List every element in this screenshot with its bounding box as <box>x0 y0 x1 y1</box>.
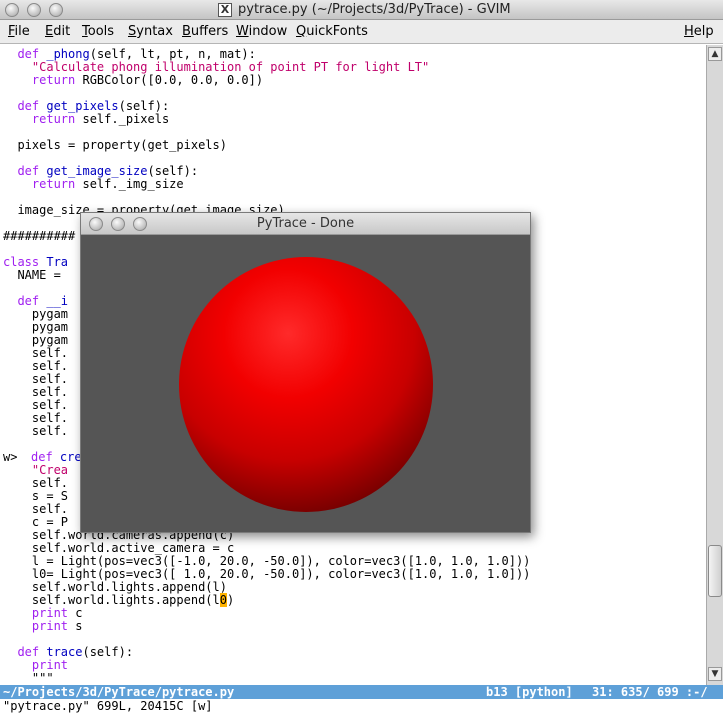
code-token: __i <box>46 294 69 308</box>
code-token: (self): <box>147 164 199 178</box>
code-token: def <box>3 294 47 308</box>
code-token: get_image_size <box>46 164 148 178</box>
code-token: return <box>3 112 83 126</box>
code-token: ########## <box>3 229 76 243</box>
zoom-window-icon[interactable] <box>49 3 63 17</box>
menu-tools[interactable]: Tools <box>82 20 114 44</box>
code-token: class <box>3 255 47 269</box>
close-window-icon[interactable] <box>5 3 19 17</box>
code-token: def <box>31 450 60 464</box>
code-token: self.world.active_camera = c <box>3 541 235 555</box>
x11-app-icon: X <box>218 3 232 17</box>
code-token: print <box>3 606 76 620</box>
pytrace-titlebar[interactable]: PyTrace - Done <box>81 213 530 235</box>
menubar: File Edit Tools Syntax Buffers Window Qu… <box>0 20 723 44</box>
code-token: get_pixels <box>46 99 119 113</box>
code-line[interactable]: return RGBColor([0.0, 0.0, 0.0]) <box>3 74 263 87</box>
code-token: c = P <box>3 515 69 529</box>
code-token: pixels = property(get_pixels) <box>3 138 227 152</box>
code-token: return <box>3 177 83 191</box>
code-token: pygam <box>3 333 69 347</box>
code-token: (self, lt, pt, n, mat): <box>89 47 256 61</box>
code-token: self. <box>3 424 69 438</box>
status-position: 31: 635/ 699 :-/ <box>592 685 708 699</box>
code-token: def <box>3 164 47 178</box>
code-token: NAME = <box>3 268 69 282</box>
code-token: self. <box>3 398 69 412</box>
code-token: l0= Light(pos=vec3([ 1.0, 20.0, -50.0]),… <box>3 567 531 581</box>
code-line[interactable]: return self._img_size <box>3 178 184 191</box>
code-token: self.world.lights.append(l <box>3 593 220 607</box>
code-token: s <box>75 619 83 633</box>
code-line[interactable]: print s <box>3 619 83 633</box>
code-token: "Calculate phong illumination of point P… <box>3 60 430 74</box>
code-token: pygam <box>3 307 69 321</box>
red-sphere-render <box>179 257 433 512</box>
code-token: def <box>3 645 47 659</box>
pytrace-title: PyTrace - Done <box>256 216 355 231</box>
code-line[interactable]: NAME = <box>3 269 68 282</box>
code-token: self. <box>3 372 69 386</box>
code-token: self. <box>3 411 69 425</box>
status-buffer: b13 [python] <box>486 685 573 699</box>
code-line[interactable]: pixels = property(get_pixels) <box>3 139 227 152</box>
menu-edit[interactable]: Edit <box>45 20 70 44</box>
code-token: l = Light(pos=vec3([-1.0, 20.0, -50.0]),… <box>3 554 531 568</box>
code-token: ) <box>226 593 235 607</box>
code-token: Tra <box>46 255 69 269</box>
menu-buffers[interactable]: Buffers <box>182 20 228 44</box>
code-token: def <box>3 99 47 113</box>
code-token: (self): <box>82 645 134 659</box>
code-token: self. <box>3 476 69 490</box>
code-token: _phong <box>46 47 90 61</box>
code-token: print <box>3 619 76 633</box>
code-token: def <box>3 47 47 61</box>
minimize-window-icon[interactable] <box>27 3 41 17</box>
menu-quickfonts[interactable]: QuickFonts <box>296 20 368 44</box>
menu-window[interactable]: Window <box>236 20 287 44</box>
code-line[interactable]: return self._pixels <box>3 113 169 126</box>
code-token: RGBColor([0.0, 0.0, 0.0]) <box>82 73 264 87</box>
menu-help[interactable]: Help <box>684 20 714 44</box>
code-token: "Crea <box>3 463 69 477</box>
code-token: s = S <box>3 489 69 503</box>
code-token: """ <box>3 671 54 685</box>
code-token: self. <box>3 385 69 399</box>
code-token: pygam <box>3 320 69 334</box>
code-token: self._pixels <box>82 112 170 126</box>
menu-syntax[interactable]: Syntax <box>128 20 173 44</box>
status-file-path: ~/Projects/3d/PyTrace/pytrace.py <box>3 685 235 699</box>
code-token: c <box>75 606 83 620</box>
scrollbar-thumb[interactable] <box>708 545 722 597</box>
render-canvas <box>81 235 530 532</box>
code-line[interactable]: ########## <box>3 230 75 243</box>
command-line[interactable]: "pytrace.py" 699L, 20415C [w] <box>3 699 213 713</box>
scroll-down-icon[interactable]: ▼ <box>708 667 722 681</box>
code-line[interactable]: self. <box>3 425 68 438</box>
menu-file[interactable]: File <box>8 20 30 44</box>
code-line[interactable]: """ <box>3 672 54 685</box>
status-line: ~/Projects/3d/PyTrace/pytrace.py b13 [py… <box>0 685 723 699</box>
code-token: (self): <box>118 99 170 113</box>
code-token: trace <box>46 645 83 659</box>
cursor-highlight: 0 <box>219 593 227 607</box>
code-token: cre <box>59 450 82 464</box>
code-token: return <box>3 73 83 87</box>
code-token: self. <box>3 502 69 516</box>
pytrace-window[interactable]: PyTrace - Done <box>80 212 531 533</box>
code-token: self._img_size <box>82 177 184 191</box>
gvim-titlebar[interactable]: X pytrace.py (~/Projects/3d/PyTrace) - G… <box>0 0 723 20</box>
vertical-scrollbar[interactable]: ▲ ▼ <box>706 45 723 685</box>
window-title: pytrace.py (~/Projects/3d/PyTrace) - GVI… <box>238 2 511 17</box>
code-token: self.world.lights.append(l) <box>3 580 227 594</box>
code-token: self. <box>3 346 69 360</box>
code-token: self. <box>3 359 69 373</box>
scroll-up-icon[interactable]: ▲ <box>708 47 722 61</box>
code-token: print <box>3 658 69 672</box>
